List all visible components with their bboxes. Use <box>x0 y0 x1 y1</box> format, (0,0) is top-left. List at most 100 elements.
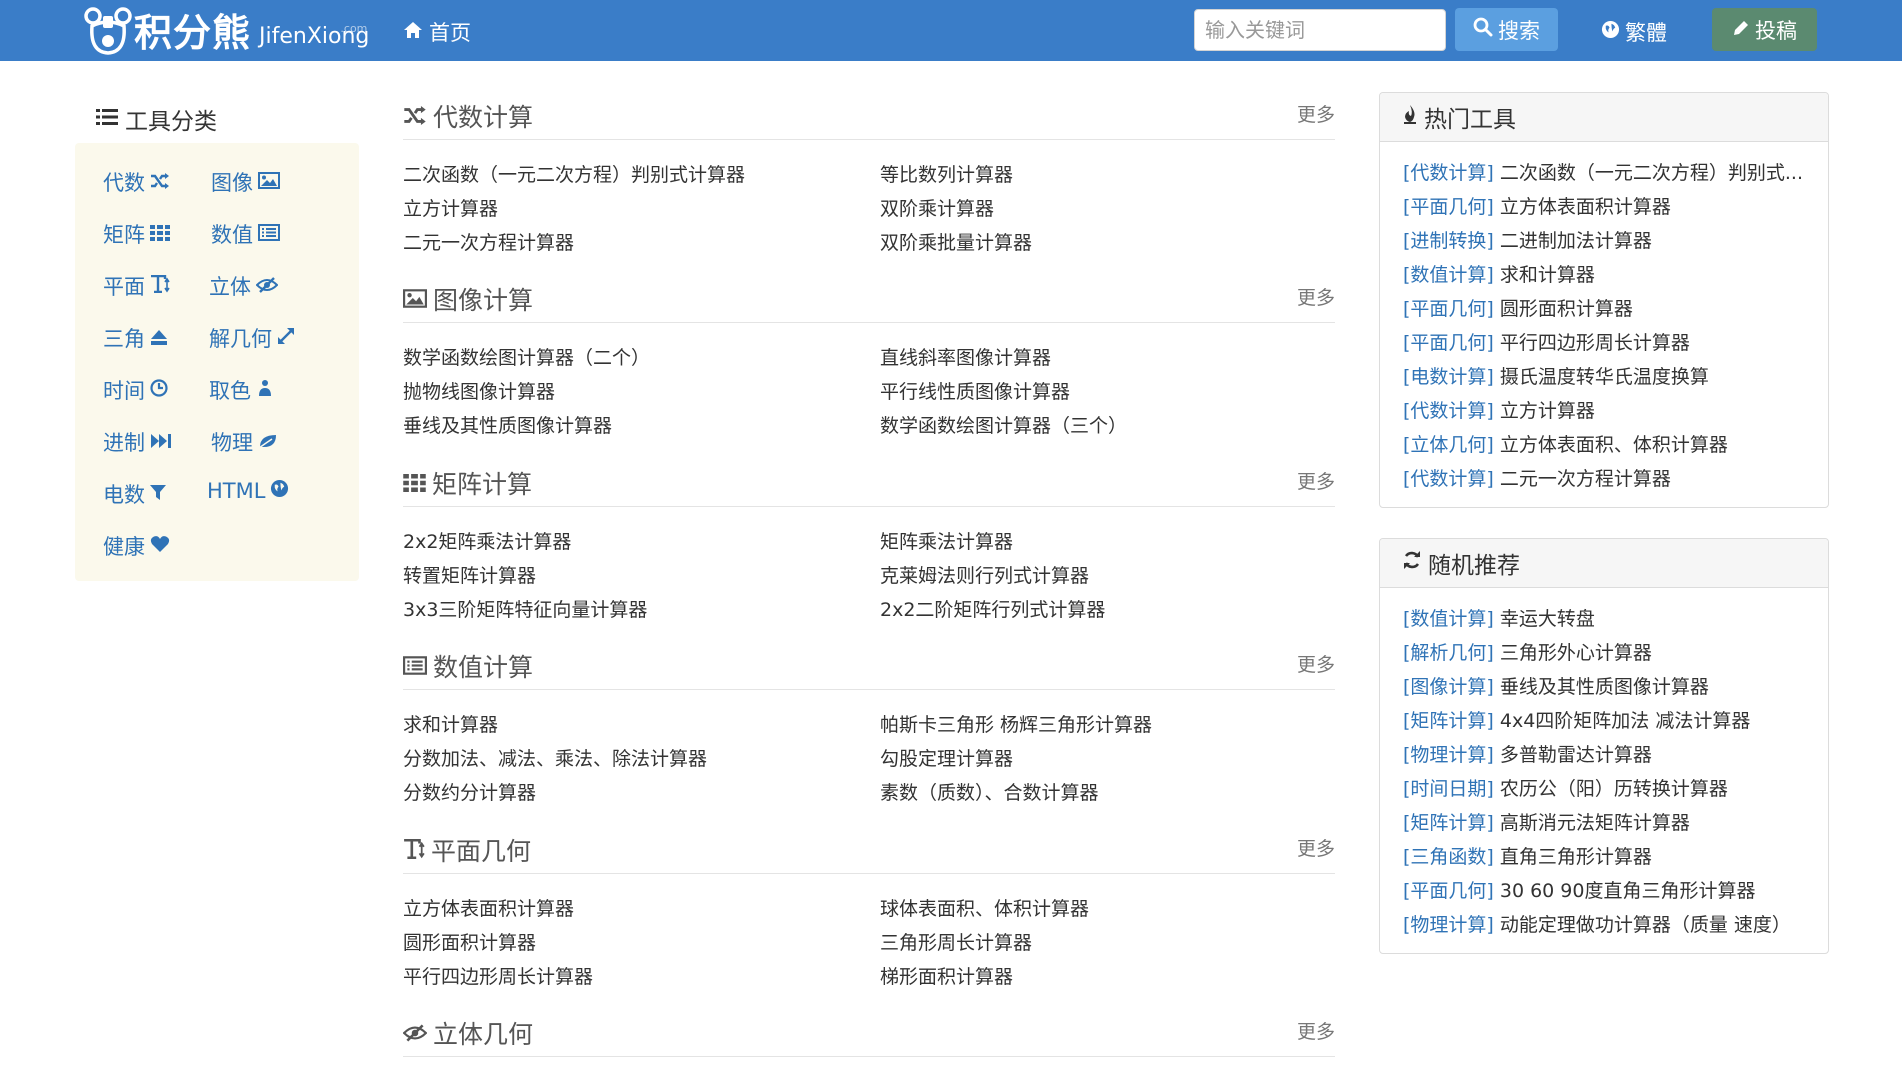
tool-category-tag[interactable]: [立体几何] <box>1403 434 1494 456</box>
tool-category-tag[interactable]: [电数计算] <box>1403 366 1494 388</box>
tool-name[interactable]: 摄氏温度转华氏温度换算 <box>1500 366 1709 388</box>
tool-name[interactable]: 农历公（阳）历转换计算器 <box>1500 778 1728 800</box>
hot-tool-item[interactable]: [电数计算] 摄氏温度转华氏温度换算 <box>1403 362 1828 396</box>
random-tool-item[interactable]: [解析几何] 三角形外心计算器 <box>1403 638 1828 672</box>
tool-name[interactable]: 垂线及其性质图像计算器 <box>1500 676 1709 698</box>
tool-link[interactable]: 等比数列计算器 <box>880 160 1013 187</box>
hot-tool-item[interactable]: [代数计算] 立方计算器 <box>1403 396 1828 430</box>
hot-tool-item[interactable]: [代数计算] 二次函数（一元二次方程）判别式... <box>1403 158 1828 192</box>
random-tool-item[interactable]: [三角函数] 直角三角形计算器 <box>1403 842 1828 876</box>
tool-link[interactable]: 勾股定理计算器 <box>880 744 1013 771</box>
more-link[interactable]: 更多 <box>1297 283 1335 310</box>
category-html[interactable]: HTML <box>207 479 289 503</box>
tool-name[interactable]: 直角三角形计算器 <box>1500 846 1652 868</box>
more-link[interactable]: 更多 <box>1297 834 1335 861</box>
hot-tool-item[interactable]: [数值计算] 求和计算器 <box>1403 260 1828 294</box>
tool-link[interactable]: 圆形面积计算器 <box>403 928 536 955</box>
section-title[interactable]: 立体几何 <box>402 1015 533 1051</box>
tool-category-tag[interactable]: [平面几何] <box>1403 196 1494 218</box>
submit-post-button[interactable]: 投稿 <box>1712 8 1817 51</box>
tool-link[interactable]: 立方体表面积计算器 <box>403 894 574 921</box>
more-link[interactable]: 更多 <box>1297 650 1335 677</box>
tool-link[interactable]: 直线斜率图像计算器 <box>880 343 1051 370</box>
hot-tool-item[interactable]: [立体几何] 立方体表面积、体积计算器 <box>1403 430 1828 464</box>
tool-category-tag[interactable]: [进制转换] <box>1403 230 1494 252</box>
tool-link[interactable]: 克莱姆法则行列式计算器 <box>880 561 1089 588</box>
tool-link[interactable]: 3x3三阶矩阵特征向量计算器 <box>403 595 647 622</box>
tool-category-tag[interactable]: [时间日期] <box>1403 778 1494 800</box>
tool-category-tag[interactable]: [物理计算] <box>1403 744 1494 766</box>
tool-category-tag[interactable]: [矩阵计算] <box>1403 812 1494 834</box>
hot-tool-item[interactable]: [进制转换] 二进制加法计算器 <box>1403 226 1828 260</box>
tool-link[interactable]: 三角形周长计算器 <box>880 928 1032 955</box>
tool-name[interactable]: 平行四边形周长计算器 <box>1500 332 1690 354</box>
tool-link[interactable]: 二次函数（一元二次方程）判别式计算器 <box>403 160 745 187</box>
random-tool-item[interactable]: [平面几何] 30 60 90度直角三角形计算器 <box>1403 876 1828 910</box>
tool-name[interactable]: 三角形外心计算器 <box>1500 642 1652 664</box>
tool-link[interactable]: 求和计算器 <box>403 710 498 737</box>
section-title[interactable]: 代数计算 <box>403 98 533 134</box>
category-analytic-geometry[interactable]: 解几何 <box>209 323 295 353</box>
tool-category-tag[interactable]: [解析几何] <box>1403 642 1494 664</box>
tool-category-tag[interactable]: [图像计算] <box>1403 676 1494 698</box>
tool-category-tag[interactable]: [平面几何] <box>1403 332 1494 354</box>
tool-category-tag[interactable]: [代数计算] <box>1403 468 1494 490</box>
tool-category-tag[interactable]: [矩阵计算] <box>1403 710 1494 732</box>
more-link[interactable]: 更多 <box>1297 100 1335 127</box>
category-health[interactable]: 健康 <box>103 531 170 561</box>
tool-name[interactable]: 多普勒雷达计算器 <box>1500 744 1652 766</box>
section-title[interactable]: 数值计算 <box>403 648 533 684</box>
hot-tool-item[interactable]: [代数计算] 二元一次方程计算器 <box>1403 464 1828 498</box>
category-triangle[interactable]: 三角 <box>103 323 168 353</box>
tool-name[interactable]: 立方体表面积、体积计算器 <box>1500 434 1728 456</box>
tool-link[interactable]: 双阶乘批量计算器 <box>880 228 1032 255</box>
tool-link[interactable]: 矩阵乘法计算器 <box>880 527 1013 554</box>
tool-name[interactable]: 动能定理做功计算器（质量 速度） <box>1500 914 1791 936</box>
more-link[interactable]: 更多 <box>1297 467 1335 494</box>
tool-link[interactable]: 双阶乘计算器 <box>880 194 994 221</box>
tool-link[interactable]: 平行线性质图像计算器 <box>880 377 1070 404</box>
tool-link[interactable]: 平行四边形周长计算器 <box>403 962 593 989</box>
tool-category-tag[interactable]: [数值计算] <box>1403 608 1494 630</box>
category-color-picker[interactable]: 取色 <box>209 375 274 405</box>
tool-link[interactable]: 2x2二阶矩阵行列式计算器 <box>880 595 1105 622</box>
category-physics[interactable]: 物理 <box>211 427 278 457</box>
tool-link[interactable]: 转置矩阵计算器 <box>403 561 536 588</box>
section-title[interactable]: 矩阵计算 <box>403 465 532 501</box>
random-tool-item[interactable]: [矩阵计算] 高斯消元法矩阵计算器 <box>1403 808 1828 842</box>
category-algebra[interactable]: 代数 <box>103 167 170 197</box>
tool-name[interactable]: 高斯消元法矩阵计算器 <box>1500 812 1690 834</box>
tool-category-tag[interactable]: [平面几何] <box>1403 298 1494 320</box>
category-numeric[interactable]: 数值 <box>211 219 280 249</box>
nav-home-link[interactable]: 首页 <box>403 17 471 47</box>
tool-link[interactable]: 2x2矩阵乘法计算器 <box>403 527 571 554</box>
random-tool-item[interactable]: [时间日期] 农历公（阳）历转换计算器 <box>1403 774 1828 808</box>
tool-category-tag[interactable]: [平面几何] <box>1403 880 1494 902</box>
tool-category-tag[interactable]: [物理计算] <box>1403 914 1494 936</box>
tool-name[interactable]: 二进制加法计算器 <box>1500 230 1652 252</box>
tool-name[interactable]: 二元一次方程计算器 <box>1500 468 1671 490</box>
tool-link[interactable]: 垂线及其性质图像计算器 <box>403 411 612 438</box>
random-tool-item[interactable]: [矩阵计算] 4x4四阶矩阵加法 减法计算器 <box>1403 706 1828 740</box>
traditional-chinese-button[interactable]: 繁體 <box>1601 17 1667 47</box>
hot-tool-item[interactable]: [平面几何] 圆形面积计算器 <box>1403 294 1828 328</box>
site-logo[interactable]: 积分熊 JifenXiong .com <box>84 4 369 56</box>
tool-name[interactable]: 30 60 90度直角三角形计算器 <box>1500 880 1756 902</box>
tool-name[interactable]: 二次函数（一元二次方程）判别式... <box>1500 162 1803 184</box>
search-button[interactable]: 搜索 <box>1455 8 1558 51</box>
random-tool-item[interactable]: [数值计算] 幸运大转盘 <box>1403 604 1828 638</box>
section-title[interactable]: 图像计算 <box>403 281 533 317</box>
tool-link[interactable]: 二元一次方程计算器 <box>403 228 574 255</box>
tool-category-tag[interactable]: [三角函数] <box>1403 846 1494 868</box>
tool-name[interactable]: 4x4四阶矩阵加法 减法计算器 <box>1500 710 1750 732</box>
tool-link[interactable]: 球体表面积、体积计算器 <box>880 894 1089 921</box>
tool-link[interactable]: 抛物线图像计算器 <box>403 377 555 404</box>
search-input[interactable] <box>1194 9 1446 51</box>
tool-link[interactable]: 数学函数绘图计算器（二个） <box>403 343 650 370</box>
random-tool-item[interactable]: [物理计算] 多普勒雷达计算器 <box>1403 740 1828 774</box>
category-solid[interactable]: 立体 <box>209 271 279 301</box>
category-plane[interactable]: 平面 <box>103 271 170 301</box>
category-time[interactable]: 时间 <box>103 375 168 405</box>
hot-tool-item[interactable]: [平面几何] 立方体表面积计算器 <box>1403 192 1828 226</box>
tool-link[interactable]: 立方计算器 <box>403 194 498 221</box>
